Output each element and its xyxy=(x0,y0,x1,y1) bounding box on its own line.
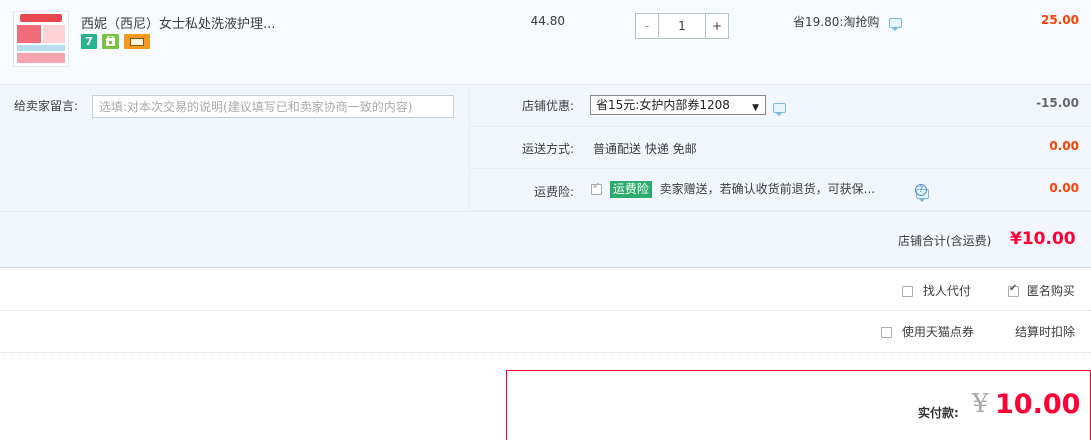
anonymous-purchase-checkbox[interactable] xyxy=(1008,283,1019,297)
currency-symbol: ¥ xyxy=(972,389,989,419)
shop-discount-amount: -15.00 xyxy=(1036,96,1079,110)
chat-icon[interactable] xyxy=(889,17,903,31)
proxy-pay-option[interactable]: 找人代付 xyxy=(902,282,971,299)
product-thumbnail[interactable] xyxy=(13,11,69,67)
delivery-amount: 0.00 xyxy=(1049,139,1079,153)
shop-discount-label: 店铺优惠: xyxy=(521,99,574,113)
actual-payment-value: 10.00 xyxy=(995,389,1081,420)
proxy-pay-label: 找人代付 xyxy=(922,284,971,298)
quantity-input[interactable]: 1 xyxy=(658,14,706,38)
credit-card-icon[interactable] xyxy=(124,34,150,49)
shop-discount-selected: 省15元:女护内部券1208 xyxy=(596,98,730,112)
chat-icon[interactable] xyxy=(773,102,786,116)
shop-total-label: 店铺合计(含运费) xyxy=(898,234,992,248)
promotion-text: 省19.80:淘抢购 xyxy=(793,15,880,29)
insurance-amount: 0.00 xyxy=(1049,181,1079,195)
insurance-info: 运费险 卖家赠送，若确认收货前退货，可获保... xyxy=(591,180,875,198)
deduct-note: 结算时扣除 xyxy=(1015,325,1076,339)
delivery-method: 普通配送 快递 免邮 xyxy=(593,142,697,156)
tmall-points-checkbox[interactable] xyxy=(881,327,892,338)
help-icon[interactable]: ? xyxy=(915,184,927,196)
unit-price: 44.80 xyxy=(530,14,565,28)
anonymous-purchase-label: 匿名购买 xyxy=(1026,284,1075,298)
dropdown-arrow-icon: ▼ xyxy=(752,103,759,113)
shop-total-value: ¥10.00 xyxy=(1010,229,1076,249)
tmall-points-label: 使用天猫点券 xyxy=(901,325,974,339)
delivery-label: 运送方式: xyxy=(521,142,574,156)
quantity-stepper[interactable]: - 1 + xyxy=(635,13,729,39)
actual-payment-label: 实付款: xyxy=(918,406,959,420)
product-title-link[interactable]: 西妮（西尼）女士私处洗液护理... xyxy=(81,13,275,32)
insurance-text: 卖家赠送，若确认收货前退货，可获保... xyxy=(659,182,876,196)
message-to-seller-input[interactable] xyxy=(92,95,454,118)
seven-day-return-icon[interactable]: 7 xyxy=(81,34,97,49)
shop-discount-select[interactable]: 省15元:女护内部券1208 ▼ xyxy=(590,95,766,115)
shop-guarantee-icon[interactable] xyxy=(102,34,119,49)
anonymous-purchase-option[interactable]: 匿名购买 xyxy=(1008,282,1075,299)
proxy-pay-checkbox[interactable] xyxy=(902,286,913,297)
quantity-increase-button[interactable]: + xyxy=(706,14,728,38)
quantity-decrease-button[interactable]: - xyxy=(636,14,658,38)
insurance-tag: 运费险 xyxy=(609,181,652,198)
tmall-points-option[interactable]: 使用天猫点券 xyxy=(881,323,974,340)
insurance-label: 运费险: xyxy=(533,185,574,199)
insurance-checkbox xyxy=(591,181,602,195)
promotion-info: 省19.80:淘抢购 xyxy=(793,13,903,31)
message-label: 给卖家留言: xyxy=(14,99,79,113)
item-subtotal: 25.00 xyxy=(1041,13,1079,27)
